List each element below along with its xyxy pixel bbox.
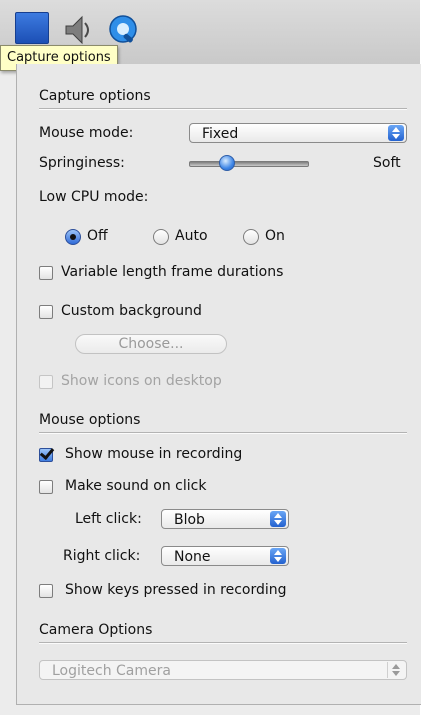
updown-arrows-icon [387, 662, 404, 678]
toolbar-quicktime[interactable] [106, 10, 146, 50]
low-cpu-auto-radio[interactable] [153, 229, 169, 245]
choose-button[interactable]: Choose... [75, 334, 227, 354]
low-cpu-off-label: Off [87, 228, 108, 244]
springiness-slider[interactable] [189, 161, 309, 167]
springiness-label: Springiness: [39, 155, 125, 171]
custom-background-checkbox[interactable] [39, 305, 53, 319]
capture-options-divider [39, 108, 407, 110]
camera-options-divider [39, 642, 407, 644]
mouse-options-title: Mouse options [39, 412, 141, 428]
right-click-select[interactable]: None [161, 546, 289, 566]
updown-arrows-icon [270, 548, 286, 564]
left-click-value: Blob [174, 512, 205, 528]
make-sound-label: Make sound on click [65, 478, 207, 494]
preferences-window: Capture options Capture options Mouse mo… [0, 0, 423, 715]
springiness-slider-knob[interactable] [219, 155, 235, 171]
camera-select[interactable]: Logitech Camera [39, 660, 407, 680]
speaker-icon [65, 15, 89, 45]
toolbar-capture-options[interactable] [13, 10, 53, 50]
camera-options-title: Camera Options [39, 622, 153, 638]
low-cpu-off-radio[interactable] [65, 229, 81, 245]
custom-background-label: Custom background [61, 303, 202, 319]
right-click-label: Right click: [63, 548, 141, 564]
show-icons-label: Show icons on desktop [61, 373, 222, 389]
capture-options-title: Capture options [39, 88, 151, 104]
show-mouse-label: Show mouse in recording [65, 446, 243, 462]
variable-frames-checkbox[interactable] [39, 266, 53, 280]
low-cpu-on-label: On [265, 228, 285, 244]
mouse-mode-select[interactable]: Fixed [189, 123, 407, 143]
left-click-label: Left click: [75, 511, 142, 527]
options-panel: Capture options Mouse mode: Fixed Spring… [16, 64, 421, 705]
camera-value: Logitech Camera [52, 663, 171, 679]
make-sound-checkbox[interactable] [39, 480, 53, 494]
low-cpu-on-radio[interactable] [243, 229, 259, 245]
updown-arrows-icon [270, 511, 286, 527]
show-keys-checkbox[interactable] [39, 584, 53, 598]
mouse-mode-value: Fixed [202, 126, 239, 142]
toolbar-sound[interactable] [60, 10, 100, 50]
quicktime-icon [109, 15, 137, 43]
show-mouse-checkbox[interactable] [39, 448, 53, 462]
left-click-select[interactable]: Blob [161, 509, 289, 529]
blue-square-icon [15, 12, 49, 44]
show-icons-checkbox[interactable] [39, 375, 53, 389]
low-cpu-label: Low CPU mode: [39, 189, 149, 205]
updown-arrows-icon [388, 125, 404, 141]
right-click-value: None [174, 549, 211, 565]
variable-frames-label: Variable length frame durations [61, 264, 284, 280]
mouse-options-divider [39, 432, 407, 434]
show-keys-label: Show keys pressed in recording [65, 582, 287, 598]
low-cpu-auto-label: Auto [175, 228, 208, 244]
springiness-value: Soft [373, 155, 401, 171]
mouse-mode-label: Mouse mode: [39, 125, 134, 141]
